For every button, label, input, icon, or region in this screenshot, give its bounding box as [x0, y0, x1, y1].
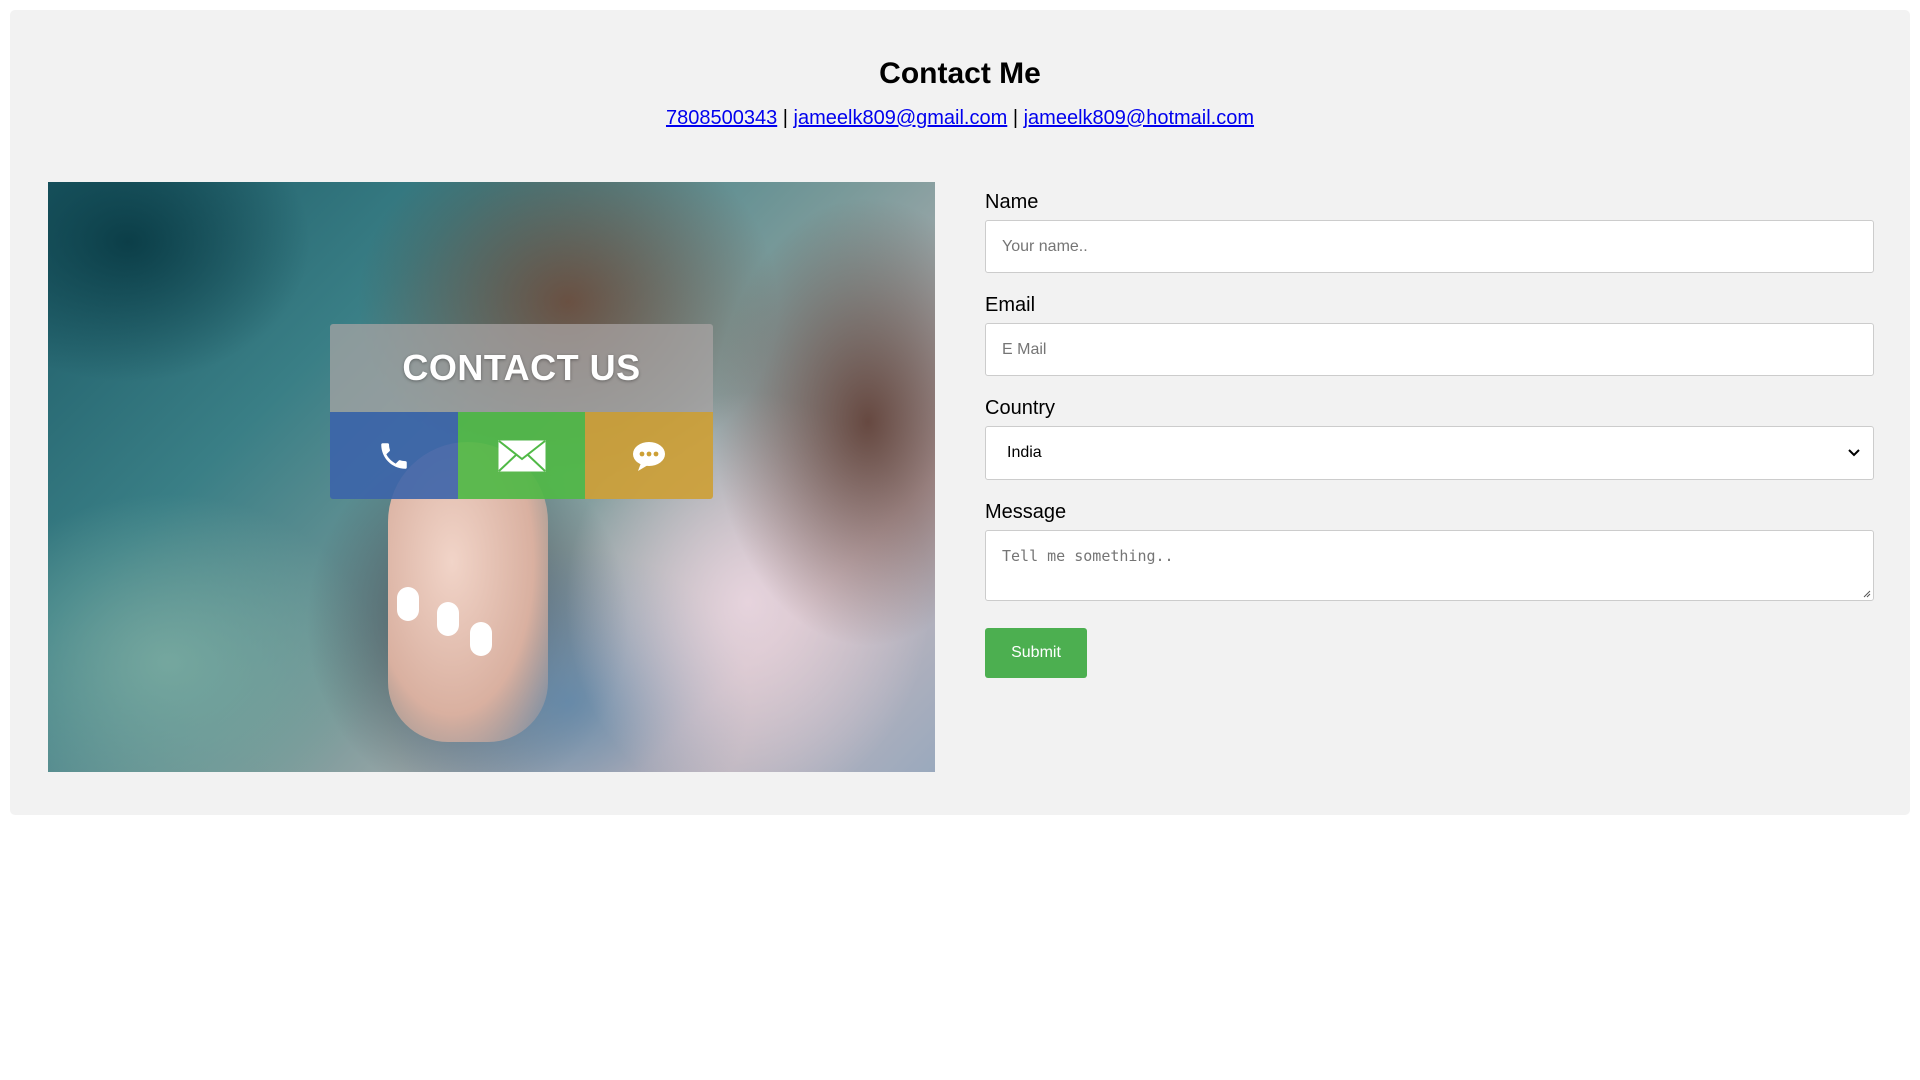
message-placeholder: Tell me something.. [1002, 547, 1174, 565]
contact-us-banner: CONTACT US [330, 324, 713, 412]
email-tile [457, 412, 586, 499]
fingernail [397, 587, 419, 621]
gmail-link[interactable]: jameelk809@gmail.com [794, 107, 1008, 129]
name-input[interactable]: Your name.. [985, 220, 1874, 273]
email-label: Email [985, 294, 1036, 316]
envelope-icon [497, 439, 546, 472]
phone-tile [330, 412, 458, 499]
name-label: Name [985, 191, 1039, 213]
chat-tile [585, 412, 713, 499]
name-placeholder: Your name.. [1002, 237, 1088, 255]
country-label: Country [985, 397, 1056, 419]
contact-form: Name Your name.. Email E Mail Country In… [985, 182, 1874, 678]
separator: | [782, 107, 788, 129]
chevron-down-icon [1848, 449, 1860, 457]
chat-icon [633, 441, 666, 471]
message-textarea[interactable]: Tell me something.. [985, 530, 1874, 601]
submit-button[interactable]: Submit [985, 628, 1087, 678]
page-title: Contact Me [879, 57, 1041, 90]
country-selected-value: India [1007, 444, 1042, 461]
contact-details: 7808500343 | jameelk809@gmail.com | jame… [10, 106, 1910, 130]
fingernail [470, 622, 492, 656]
fingernail [437, 602, 459, 636]
country-select[interactable]: India [985, 426, 1874, 480]
contact-us-widget: CONTACT US [330, 324, 713, 499]
hotmail-link[interactable]: jameelk809@hotmail.com [1024, 107, 1254, 129]
email-input[interactable]: E Mail [985, 323, 1874, 376]
separator: | [1012, 107, 1019, 129]
phone-link[interactable]: 7808500343 [666, 107, 777, 129]
phone-icon [381, 442, 407, 469]
resize-grip-icon[interactable] [1861, 588, 1871, 598]
contact-hero-image: CONTACT US [48, 182, 935, 772]
message-label: Message [985, 501, 1067, 523]
email-placeholder: E Mail [1002, 340, 1047, 358]
contact-tiles [330, 412, 713, 499]
contact-panel: Contact Me 7808500343 | jameelk809@gmail… [10, 10, 1910, 815]
